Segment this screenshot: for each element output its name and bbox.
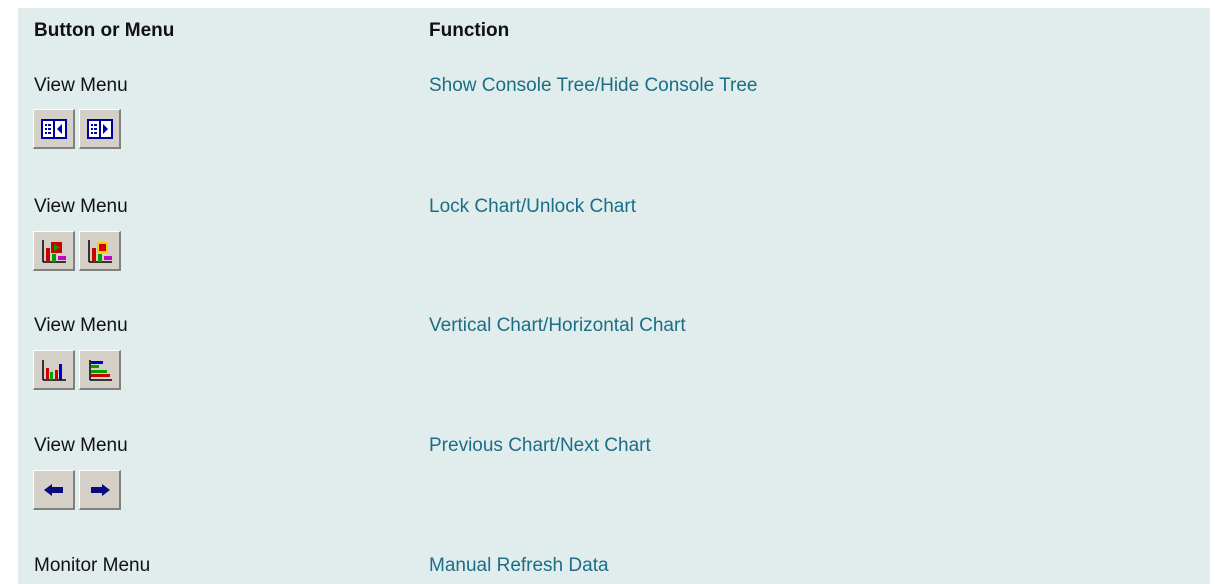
unlock-chart-button[interactable] bbox=[79, 231, 121, 271]
header-function: Function bbox=[429, 20, 510, 41]
row-5-function-link[interactable]: Manual Refresh Data bbox=[429, 555, 609, 577]
header-button-or-menu: Button or Menu bbox=[34, 20, 175, 41]
row-3-menu: View Menu bbox=[34, 315, 128, 336]
row-2-menu: View Menu bbox=[34, 196, 128, 217]
horizontal-chart-button[interactable] bbox=[79, 350, 121, 390]
unlock-chart-icon bbox=[87, 239, 112, 263]
show-console-tree-icon bbox=[40, 118, 67, 139]
lock-chart-button[interactable] bbox=[33, 231, 75, 271]
row-1-menu: View Menu bbox=[34, 75, 128, 96]
row-5-menu: Monitor Menu bbox=[34, 555, 151, 576]
hide-console-tree-button[interactable] bbox=[79, 109, 121, 149]
row-4-menu: View Menu bbox=[34, 435, 128, 456]
row-2-function-link[interactable]: Lock Chart/Unlock Chart bbox=[429, 196, 636, 218]
previous-arrow-icon bbox=[43, 483, 63, 496]
vertical-chart-icon bbox=[41, 359, 66, 381]
show-console-tree-button[interactable] bbox=[33, 109, 75, 149]
row-4-function-link[interactable]: Previous Chart/Next Chart bbox=[429, 435, 651, 457]
toolbar-reference-table: Button or Menu Function View Menu Show C… bbox=[18, 8, 1210, 584]
vertical-chart-button[interactable] bbox=[33, 350, 75, 390]
lock-chart-icon bbox=[41, 239, 66, 263]
next-chart-button[interactable] bbox=[79, 470, 121, 510]
previous-chart-button[interactable] bbox=[33, 470, 75, 510]
horizontal-chart-icon bbox=[88, 359, 112, 381]
row-3-function-link[interactable]: Vertical Chart/Horizontal Chart bbox=[429, 315, 686, 337]
row-1-function-link[interactable]: Show Console Tree/Hide Console Tree bbox=[429, 75, 757, 97]
next-arrow-icon bbox=[90, 483, 110, 496]
hide-console-tree-icon bbox=[86, 118, 113, 139]
